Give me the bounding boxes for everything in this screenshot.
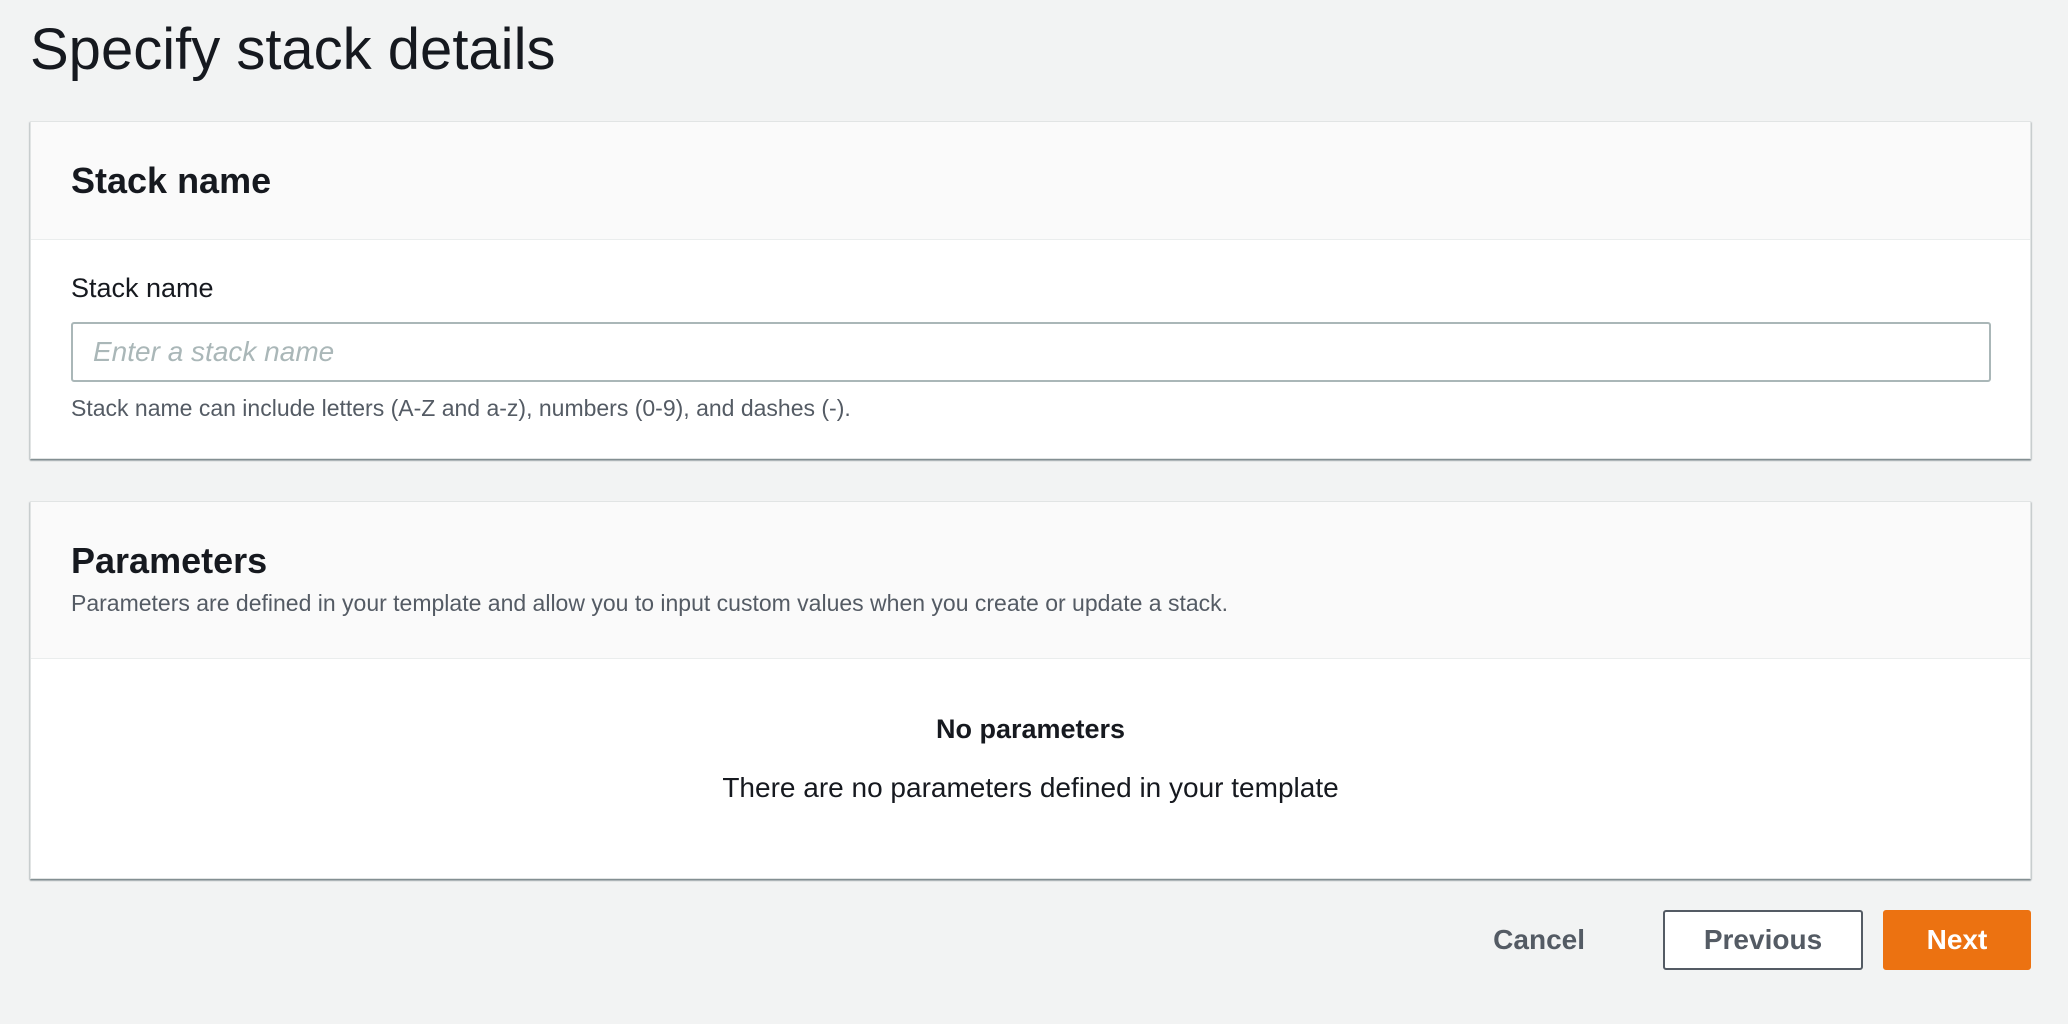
stack-name-heading: Stack name (71, 159, 272, 201)
stack-name-panel-header: Stack name (31, 122, 2030, 240)
next-button[interactable]: Next (1883, 910, 2031, 970)
parameters-description: Parameters are defined in your template … (71, 590, 1229, 616)
empty-state-title: No parameters (935, 714, 1126, 744)
parameters-heading: Parameters (71, 540, 268, 581)
wizard-actions: Cancel Previous Next (1453, 910, 2031, 970)
stack-name-panel: Stack name Stack name Stack name can inc… (30, 121, 2031, 459)
parameters-panel-header: Parameters Parameters are defined in you… (31, 502, 2030, 659)
parameters-empty-state: No parameters There are no parameters de… (31, 659, 2030, 807)
empty-state-text: There are no parameters defined in your … (722, 772, 1339, 803)
previous-button[interactable]: Previous (1663, 910, 1863, 970)
page-title: Specify stack details (30, 17, 556, 82)
page: Specify stack details Stack name Stack n… (0, 0, 2068, 1024)
stack-name-panel-body: Stack name Stack name can include letter… (31, 240, 2030, 424)
stack-name-label: Stack name (71, 273, 214, 303)
cancel-button[interactable]: Cancel (1453, 910, 1625, 970)
stack-name-input[interactable] (71, 322, 1991, 382)
parameters-panel: Parameters Parameters are defined in you… (30, 501, 2031, 879)
stack-name-hint: Stack name can include letters (A-Z and … (71, 395, 851, 421)
